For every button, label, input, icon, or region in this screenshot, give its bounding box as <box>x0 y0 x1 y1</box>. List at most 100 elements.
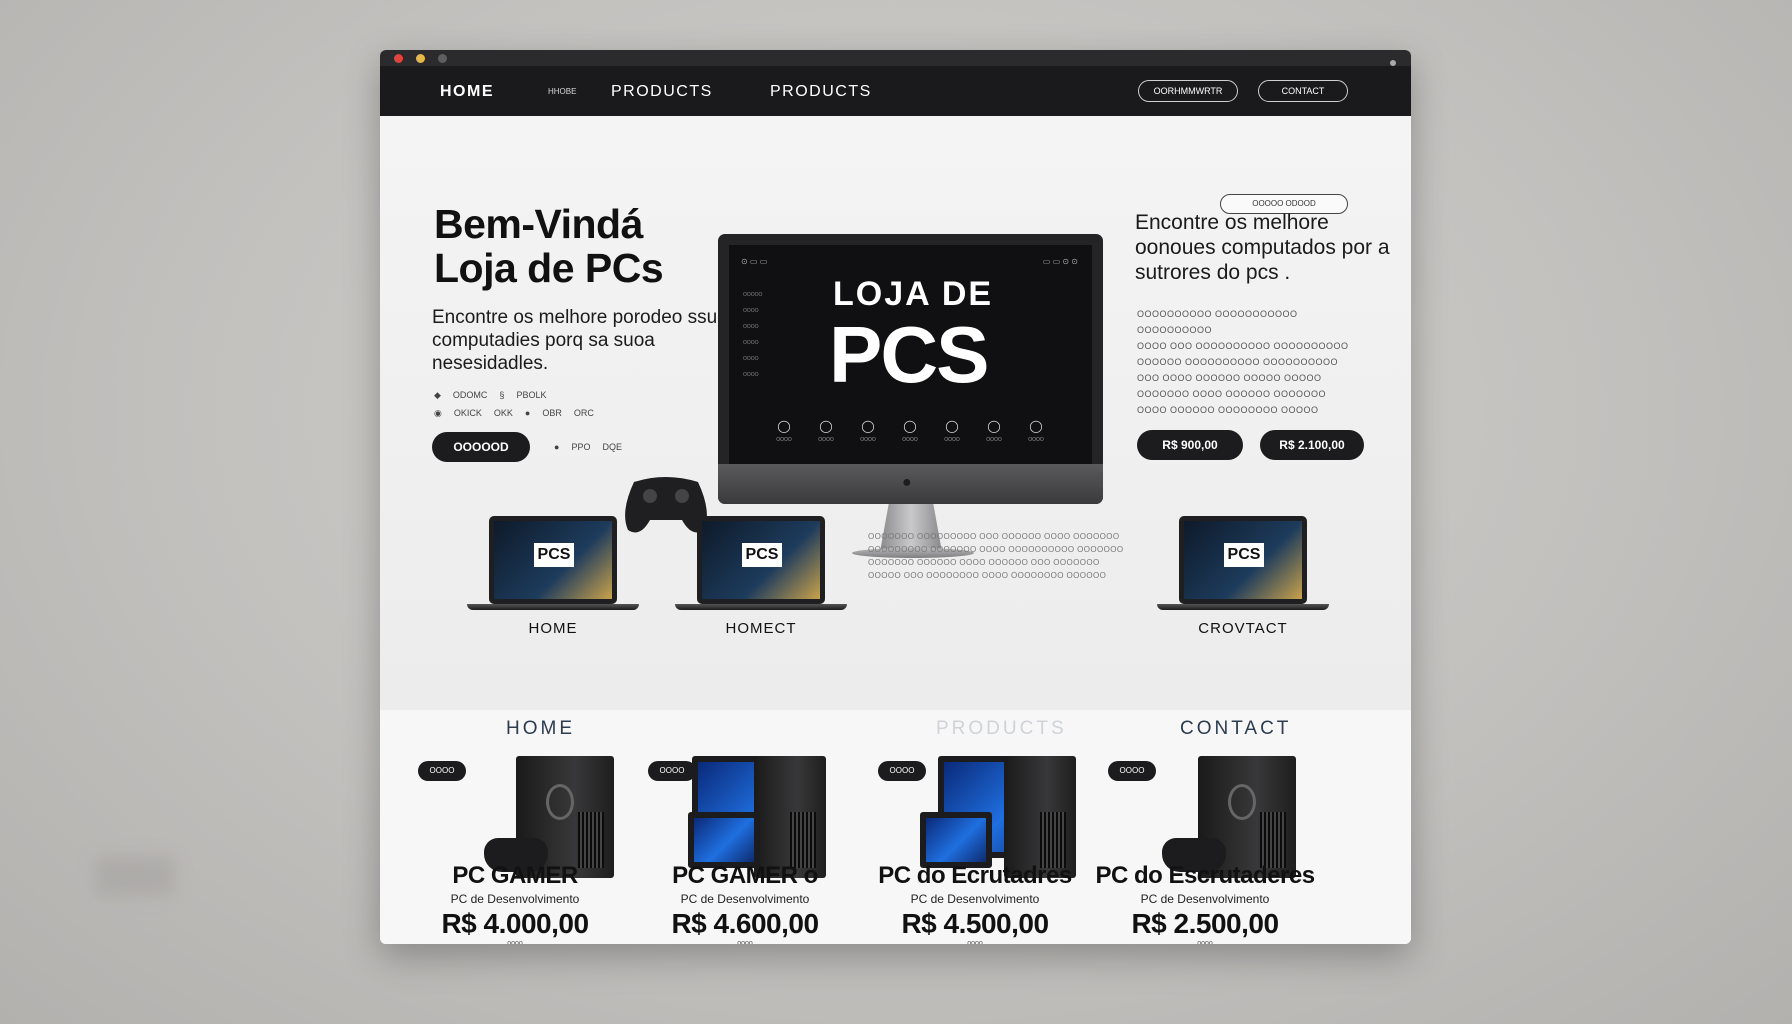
imac-monitor: ⊙ ▭ ▭ ▭ ▭ ⊙ ⊙ OOOOO OOOO OOOO OOOO OOOO … <box>718 234 1103 504</box>
feature-label: ORC <box>573 408 594 418</box>
feature-label: ODOMC <box>452 390 488 400</box>
top-navbar: HOME HHOBE PRODUCTS PRODUCTS OORHMMWRTR … <box>380 60 1411 116</box>
nav-account-button[interactable]: OORHMMWRTR <box>1138 80 1238 102</box>
screen-menu-item[interactable]: OOOO <box>743 303 762 319</box>
products-section: HOME PRODUCTS CONTACT OOOO PC GAMER PC d… <box>380 710 1411 944</box>
product-tag: OOOO <box>878 761 926 781</box>
product-note: oooo <box>737 940 753 944</box>
screen-app-icon[interactable]: ◯ OOOO <box>985 419 1003 443</box>
feature-label: PBOLK <box>516 390 547 400</box>
product-subtitle: PC de Desenvolvimento <box>910 892 1040 906</box>
hero-section: Bem-Vindá Loja de PCs Encontre os melhor… <box>380 116 1411 710</box>
screen-menu-item[interactable]: OOOOO <box>743 287 762 303</box>
laptop-home[interactable]: PCS HOME <box>464 516 642 637</box>
price-button-1[interactable]: R$ 900,00 <box>1137 430 1243 460</box>
apple-logo-icon: ● <box>902 474 912 491</box>
monitor-chin: ● <box>718 464 1103 504</box>
monitor-screen: ⊙ ▭ ▭ ▭ ▭ ⊙ ⊙ OOOOO OOOO OOOO OOOO OOOO … <box>729 245 1092 464</box>
clip-icon: § <box>499 390 505 400</box>
product-note: oooo <box>1197 940 1213 944</box>
product-note: oooo <box>967 940 983 944</box>
screen-app-icon[interactable]: ◯ OOOO <box>775 419 793 443</box>
price-button-2[interactable]: R$ 2.100,00 <box>1260 430 1364 460</box>
section-home-heading[interactable]: HOME <box>506 718 575 740</box>
feature-label: OKK <box>493 408 513 418</box>
right-paragraph: OOOOOOOOOO OOOOOOOOOOO OOOOOOOOOO OOOO O… <box>1137 309 1349 415</box>
screen-app-icon[interactable]: ◯ OOOO <box>817 419 835 443</box>
feature-label: DQE <box>602 442 622 452</box>
circle-icon: ● <box>524 408 531 418</box>
minimize-window-icon[interactable] <box>416 54 425 63</box>
hero-title-line1: Bem-Vindá <box>434 201 643 247</box>
screen-sidebar: OOOOO OOOO OOOO OOOO OOOO OOOO <box>743 287 762 383</box>
product-tag: OOOO <box>648 761 696 781</box>
product-title: PC do Escrutaderes <box>1095 862 1315 889</box>
dot-icon: ● <box>554 442 560 452</box>
nav-tag-small[interactable]: HHOBE <box>548 87 576 96</box>
product-price: R$ 4.600,00 <box>671 908 819 939</box>
screen-menu-item[interactable]: OOOO <box>743 367 762 383</box>
hero-subtitle: Encontre os melhore porodeo ssuo computa… <box>432 307 728 374</box>
background-smudge <box>95 856 175 896</box>
product-title: PC GAMER o <box>672 862 818 889</box>
screen-app-icon[interactable]: ◯ OOOO <box>859 419 877 443</box>
laptop-logo: PCS <box>534 543 574 567</box>
feature-row-3: ● PPO DQE <box>554 442 622 452</box>
screen-logo-text: PCS <box>829 310 989 399</box>
product-note: oooo <box>507 940 523 944</box>
screen-controls-icon: ▭ ▭ ⊙ ⊙ <box>1042 257 1078 266</box>
feature-row-1: ◆ ODOMC § PBOLK <box>434 390 546 401</box>
feature-row-2: ◉ OKICK OKK ● OBR ORC <box>434 408 594 419</box>
product-subtitle: PC de Desenvolvimento <box>450 892 580 906</box>
product-title: PC GAMER <box>452 862 578 889</box>
screen-menu-item[interactable]: OOOO <box>743 351 762 367</box>
screen-app-icon[interactable]: ◯ OOOO <box>901 419 919 443</box>
middle-paragraph: OOOOOOO OOOOOOOOO OOO OOOOOO OOOO OOOOOO… <box>868 532 1124 580</box>
tablet-icon <box>920 812 992 868</box>
diamond-icon: ◆ <box>434 390 441 400</box>
title-bar <box>380 50 1411 66</box>
hero-cta-button[interactable]: OOOOOD <box>432 432 530 462</box>
screen-menu-item[interactable]: OOOO <box>743 335 762 351</box>
laptop-label: HOME <box>528 620 578 637</box>
laptop-label: HOMECT <box>725 620 797 637</box>
product-subtitle: PC de Desenvolvimento <box>1140 892 1270 906</box>
tablet-icon <box>688 812 760 868</box>
hero-title: Bem-Vindá Loja de PCs <box>434 201 664 291</box>
section-products-heading[interactable]: PRODUCTS <box>936 718 1067 740</box>
feature-label: OBR <box>542 408 562 418</box>
screen-icon-row: ◯ OOOO ◯ OOOO ◯ OOOO ◯ OOOO ◯ OOOO ◯ OOOO ◯ OOO… <box>775 419 1045 443</box>
laptop-label: CROVTACT <box>1198 620 1288 637</box>
laptop-contact[interactable]: PCS CROVTACT <box>1154 516 1332 637</box>
feature-label: PPO <box>571 442 591 452</box>
hero-title-line2: Loja de PCs <box>434 245 664 291</box>
pc-tower-icon <box>754 756 826 878</box>
window-dot-icon <box>1390 60 1396 66</box>
close-window-icon[interactable] <box>394 54 403 63</box>
screen-menu-icon: ⊙ ▭ ▭ <box>741 257 768 266</box>
product-title: PC do Ecrutadres <box>878 862 1072 889</box>
product-price: R$ 4.500,00 <box>901 908 1049 939</box>
product-tag: OOOO <box>1108 761 1156 781</box>
nav-products-2[interactable]: PRODUCTS <box>770 83 872 101</box>
laptop-homect[interactable]: PCS HOMECT <box>672 516 850 637</box>
screen-app-icon[interactable]: ◯ OOOO <box>943 419 961 443</box>
laptop-logo: PCS <box>1224 543 1264 567</box>
screen-menu-item[interactable]: OOOO <box>743 319 762 335</box>
maximize-window-icon[interactable] <box>438 54 447 63</box>
section-contact-heading[interactable]: CONTACT <box>1180 718 1291 740</box>
eye-icon: ◉ <box>434 408 442 418</box>
browser-window: HOME HHOBE PRODUCTS PRODUCTS OORHMMWRTR … <box>380 50 1411 944</box>
feature-label: OKICK <box>453 408 482 418</box>
nav-home[interactable]: HOME <box>440 83 494 101</box>
nav-contact-button[interactable]: CONTACT <box>1258 80 1348 102</box>
product-price: R$ 4.000,00 <box>441 908 589 939</box>
pc-tower-icon <box>1004 756 1076 878</box>
product-price: R$ 2.500,00 <box>1131 908 1279 939</box>
product-tag: OOOO <box>418 761 466 781</box>
screen-app-icon[interactable]: ◯ OOOO <box>1027 419 1045 443</box>
nav-products[interactable]: PRODUCTS <box>611 83 713 101</box>
product-subtitle: PC de Desenvolvimento <box>680 892 810 906</box>
laptop-logo: PCS <box>742 543 782 567</box>
right-heading: Encontre os melhore oonoues computados p… <box>1135 211 1390 284</box>
